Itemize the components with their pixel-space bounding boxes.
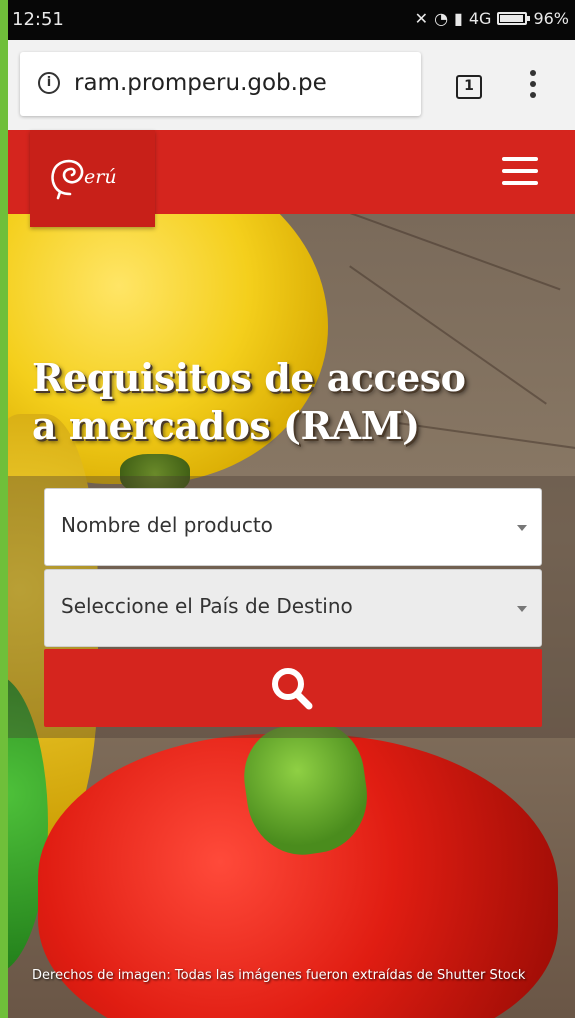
status-bar: 12:51 ✕ ◔ ▮ 4G 96% [8,0,575,40]
hero-section: Requisitos de acceso a mercados (RAM) No… [8,214,575,1018]
hamburger-menu-icon[interactable] [502,157,538,185]
search-button[interactable] [44,649,542,727]
svg-text:erú: erú [84,166,117,188]
address-bar[interactable]: i ram.promperu.gob.pe [20,52,421,116]
browser-toolbar: i ram.promperu.gob.pe 1 [8,40,575,130]
battery-percent: 96% [533,9,569,28]
chevron-down-icon [517,606,527,612]
tab-switcher-button[interactable]: 1 [456,75,482,99]
chevron-down-icon [517,525,527,531]
product-name-select[interactable]: Nombre del producto [44,488,542,566]
battery-icon [497,12,531,25]
network-label: 4G [468,9,492,28]
status-time: 12:51 [12,9,64,30]
url-text[interactable]: ram.promperu.gob.pe [74,70,327,96]
search-icon [272,668,313,710]
signal-icon: ▮ [454,9,463,28]
overflow-menu-icon[interactable] [526,70,540,104]
page-title: Requisitos de acceso a mercados (RAM) [32,354,466,450]
destination-country-select[interactable]: Seleccione el País de Destino [44,569,542,647]
page-title-line-1: Requisitos de acceso [32,355,466,400]
product-name-placeholder: Nombre del producto [61,513,273,537]
page-title-line-2: a mercados (RAM) [32,403,420,448]
peru-logo[interactable]: erú [30,130,155,227]
image-credit: Derechos de imagen: Todas las imágenes f… [32,968,526,983]
destination-country-placeholder: Seleccione el País de Destino [61,594,353,618]
browser-screen: 12:51 ✕ ◔ ▮ 4G 96% i ram.promperu.gob.pe… [8,0,575,1018]
status-icons: ✕ ◔ ▮ 4G 96% [415,9,569,28]
peru-logo-mark: erú [51,159,117,200]
alarm-icon: ◔ [434,9,449,28]
mute-icon: ✕ [414,9,429,28]
wood-grain [315,214,561,291]
info-icon[interactable]: i [38,72,60,94]
